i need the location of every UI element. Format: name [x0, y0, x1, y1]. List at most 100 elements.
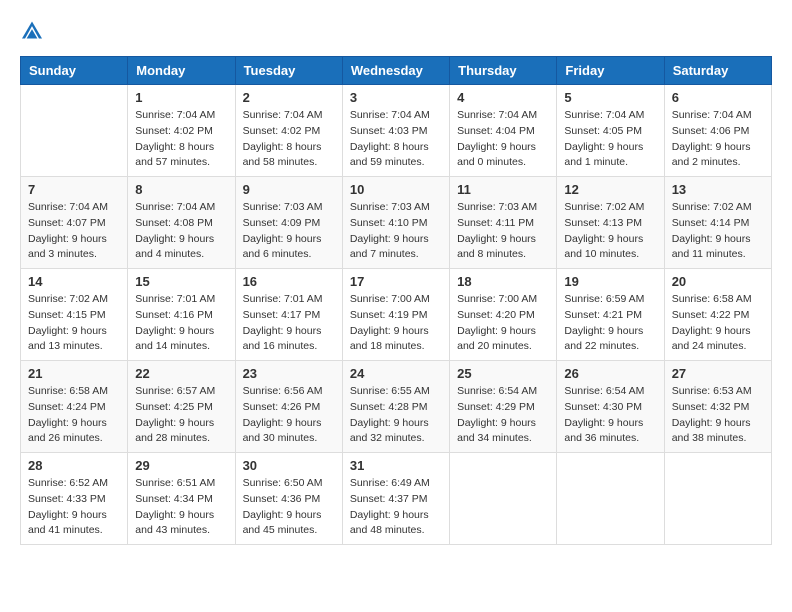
table-row: 19 Sunrise: 6:59 AMSunset: 4:21 PMDayligh…	[557, 269, 664, 361]
day-info: Sunrise: 7:01 AMSunset: 4:16 PMDaylight:…	[135, 292, 227, 355]
day-number: 19	[564, 274, 656, 289]
calendar-table: Sunday Monday Tuesday Wednesday Thursday…	[20, 56, 772, 545]
day-number: 18	[457, 274, 549, 289]
day-number: 27	[672, 366, 764, 381]
day-info: Sunrise: 6:58 AMSunset: 4:22 PMDaylight:…	[672, 292, 764, 355]
day-number: 11	[457, 182, 549, 197]
table-row: 1 Sunrise: 7:04 AMSunset: 4:02 PMDaylight…	[128, 85, 235, 177]
logo-icon	[20, 20, 44, 40]
table-row	[21, 85, 128, 177]
day-info: Sunrise: 7:04 AMSunset: 4:04 PMDaylight:…	[457, 108, 549, 171]
calendar-week-row: 14 Sunrise: 7:02 AMSunset: 4:15 PMDayligh…	[21, 269, 772, 361]
day-number: 6	[672, 90, 764, 105]
day-info: Sunrise: 7:03 AMSunset: 4:11 PMDaylight:…	[457, 200, 549, 263]
day-info: Sunrise: 6:51 AMSunset: 4:34 PMDaylight:…	[135, 476, 227, 539]
day-number: 3	[350, 90, 442, 105]
day-info: Sunrise: 7:04 AMSunset: 4:05 PMDaylight:…	[564, 108, 656, 171]
logo	[20, 20, 52, 40]
table-row: 28Sunrise: 6:52 AMSunset: 4:33 PMDayligh…	[21, 453, 128, 545]
day-info: Sunrise: 7:02 AMSunset: 4:13 PMDaylight:…	[564, 200, 656, 263]
header-saturday: Saturday	[664, 57, 771, 85]
table-row: 13 Sunrise: 7:02 AMSunset: 4:14 PMDayligh…	[664, 177, 771, 269]
day-number: 17	[350, 274, 442, 289]
header-sunday: Sunday	[21, 57, 128, 85]
table-row: 2 Sunrise: 7:04 AMSunset: 4:02 PMDaylight…	[235, 85, 342, 177]
day-info: Sunrise: 7:04 AMSunset: 4:07 PMDaylight:…	[28, 200, 120, 263]
day-number: 9	[243, 182, 335, 197]
table-row: 9Sunrise: 7:03 AMSunset: 4:09 PMDaylight…	[235, 177, 342, 269]
header-tuesday: Tuesday	[235, 57, 342, 85]
table-row: 5Sunrise: 7:04 AMSunset: 4:05 PMDaylight…	[557, 85, 664, 177]
day-info: Sunrise: 7:00 AMSunset: 4:20 PMDaylight:…	[457, 292, 549, 355]
day-number: 24	[350, 366, 442, 381]
day-number: 23	[243, 366, 335, 381]
table-row: 30 Sunrise: 6:50 AMSunset: 4:36 PMDayligh…	[235, 453, 342, 545]
day-number: 7	[28, 182, 120, 197]
table-row: 6Sunrise: 7:04 AMSunset: 4:06 PMDaylight…	[664, 85, 771, 177]
day-info: Sunrise: 6:50 AMSunset: 4:36 PMDaylight:…	[243, 476, 335, 539]
day-info: Sunrise: 7:00 AMSunset: 4:19 PMDaylight:…	[350, 292, 442, 355]
table-row: 26 Sunrise: 6:54 AMSunset: 4:30 PMDayligh…	[557, 361, 664, 453]
table-row: 17 Sunrise: 7:00 AMSunset: 4:19 PMDayligh…	[342, 269, 449, 361]
day-number: 16	[243, 274, 335, 289]
day-info: Sunrise: 7:04 AMSunset: 4:02 PMDaylight:…	[243, 108, 335, 171]
day-number: 14	[28, 274, 120, 289]
day-info: Sunrise: 6:58 AMSunset: 4:24 PMDaylight:…	[28, 384, 120, 447]
day-info: Sunrise: 7:01 AMSunset: 4:17 PMDaylight:…	[243, 292, 335, 355]
day-number: 20	[672, 274, 764, 289]
day-number: 4	[457, 90, 549, 105]
table-row: 3 Sunrise: 7:04 AMSunset: 4:03 PMDaylight…	[342, 85, 449, 177]
table-row: 20 Sunrise: 6:58 AMSunset: 4:22 PMDayligh…	[664, 269, 771, 361]
header-monday: Monday	[128, 57, 235, 85]
day-info: Sunrise: 6:53 AMSunset: 4:32 PMDaylight:…	[672, 384, 764, 447]
table-row: 4 Sunrise: 7:04 AMSunset: 4:04 PMDaylight…	[450, 85, 557, 177]
day-number: 10	[350, 182, 442, 197]
day-number: 13	[672, 182, 764, 197]
calendar-week-row: 28Sunrise: 6:52 AMSunset: 4:33 PMDayligh…	[21, 453, 772, 545]
table-row: 24Sunrise: 6:55 AMSunset: 4:28 PMDayligh…	[342, 361, 449, 453]
day-number: 22	[135, 366, 227, 381]
day-number: 1	[135, 90, 227, 105]
table-row: 8 Sunrise: 7:04 AMSunset: 4:08 PMDaylight…	[128, 177, 235, 269]
table-row: 12 Sunrise: 7:02 AMSunset: 4:13 PMDayligh…	[557, 177, 664, 269]
header-thursday: Thursday	[450, 57, 557, 85]
day-info: Sunrise: 7:04 AMSunset: 4:08 PMDaylight:…	[135, 200, 227, 263]
weekday-header-row: Sunday Monday Tuesday Wednesday Thursday…	[21, 57, 772, 85]
day-number: 26	[564, 366, 656, 381]
header-friday: Friday	[557, 57, 664, 85]
day-number: 8	[135, 182, 227, 197]
day-info: Sunrise: 7:04 AMSunset: 4:02 PMDaylight:…	[135, 108, 227, 171]
table-row: 10 Sunrise: 7:03 AMSunset: 4:10 PMDayligh…	[342, 177, 449, 269]
day-number: 15	[135, 274, 227, 289]
day-info: Sunrise: 6:57 AMSunset: 4:25 PMDaylight:…	[135, 384, 227, 447]
header-wednesday: Wednesday	[342, 57, 449, 85]
day-number: 30	[243, 458, 335, 473]
table-row: 11 Sunrise: 7:03 AMSunset: 4:11 PMDayligh…	[450, 177, 557, 269]
day-number: 29	[135, 458, 227, 473]
day-number: 21	[28, 366, 120, 381]
table-row: 31 Sunrise: 6:49 AMSunset: 4:37 PMDayligh…	[342, 453, 449, 545]
calendar-week-row: 1 Sunrise: 7:04 AMSunset: 4:02 PMDaylight…	[21, 85, 772, 177]
table-row: 22 Sunrise: 6:57 AMSunset: 4:25 PMDayligh…	[128, 361, 235, 453]
table-row: 21 Sunrise: 6:58 AMSunset: 4:24 PMDayligh…	[21, 361, 128, 453]
day-info: Sunrise: 7:02 AMSunset: 4:14 PMDaylight:…	[672, 200, 764, 263]
day-info: Sunrise: 7:02 AMSunset: 4:15 PMDaylight:…	[28, 292, 120, 355]
calendar-week-row: 21 Sunrise: 6:58 AMSunset: 4:24 PMDayligh…	[21, 361, 772, 453]
table-row: 29 Sunrise: 6:51 AMSunset: 4:34 PMDayligh…	[128, 453, 235, 545]
table-row: 14 Sunrise: 7:02 AMSunset: 4:15 PMDayligh…	[21, 269, 128, 361]
day-info: Sunrise: 6:56 AMSunset: 4:26 PMDaylight:…	[243, 384, 335, 447]
day-info: Sunrise: 7:04 AMSunset: 4:03 PMDaylight:…	[350, 108, 442, 171]
day-number: 12	[564, 182, 656, 197]
day-info: Sunrise: 6:52 AMSunset: 4:33 PMDaylight:…	[28, 476, 120, 539]
table-row: 15 Sunrise: 7:01 AMSunset: 4:16 PMDayligh…	[128, 269, 235, 361]
table-row: 23 Sunrise: 6:56 AMSunset: 4:26 PMDayligh…	[235, 361, 342, 453]
table-row	[450, 453, 557, 545]
day-number: 2	[243, 90, 335, 105]
table-row: 16 Sunrise: 7:01 AMSunset: 4:17 PMDayligh…	[235, 269, 342, 361]
table-row: 18 Sunrise: 7:00 AMSunset: 4:20 PMDayligh…	[450, 269, 557, 361]
day-info: Sunrise: 7:03 AMSunset: 4:10 PMDaylight:…	[350, 200, 442, 263]
day-info: Sunrise: 6:49 AMSunset: 4:37 PMDaylight:…	[350, 476, 442, 539]
day-number: 31	[350, 458, 442, 473]
day-info: Sunrise: 6:54 AMSunset: 4:30 PMDaylight:…	[564, 384, 656, 447]
day-info: Sunrise: 6:59 AMSunset: 4:21 PMDaylight:…	[564, 292, 656, 355]
